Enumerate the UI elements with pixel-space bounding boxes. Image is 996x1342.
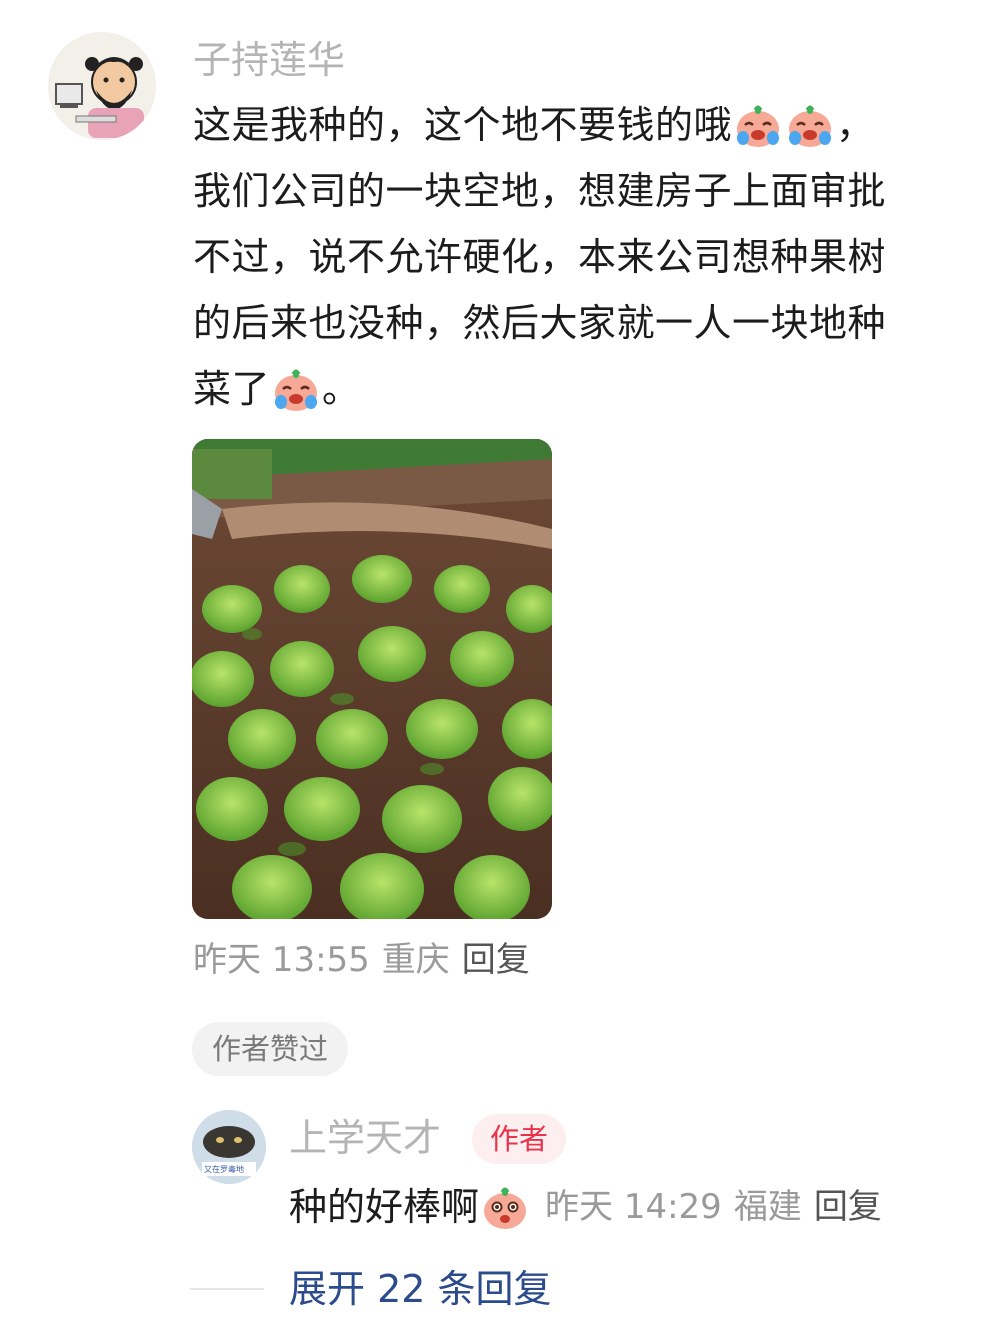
comment-line: 这是我种的，这个地不要钱的哦 ，	[193, 92, 953, 158]
avatar-caption: 又在罗毒地	[204, 1165, 244, 1174]
reply-location: 福建	[733, 1187, 802, 1227]
comment-location: 重庆	[381, 940, 450, 980]
wow-emoji-icon	[480, 1182, 530, 1232]
author-badge: 作者	[472, 1114, 567, 1164]
comment-line-text: 菜了	[193, 367, 271, 411]
comment-line-text: 不过，说不允许硬化，本来公司想种果树	[193, 235, 887, 279]
comment-meta: 昨天 13:55 重庆 回复	[193, 938, 542, 982]
reply-content: 种的好棒啊 昨天 14:29 福建 回复	[289, 1178, 894, 1236]
comment-line: 不过，说不允许硬化，本来公司想种果树	[193, 224, 953, 290]
comment-text: 这是我种的，这个地不要钱的哦 ， 我们公司的一块空地，想建房子上面审批 不过，说不允许…	[193, 92, 953, 422]
comment-line-text: 的后来也没种，然后大家就一人一块地种	[193, 301, 887, 345]
commenter-username[interactable]: 子持莲华	[193, 36, 345, 84]
comment-line-text: 我们公司的一块空地，想建房子上面审批	[193, 169, 887, 213]
expand-replies-link[interactable]: 展开 22 条回复	[289, 1265, 552, 1313]
author-liked-chip: 作者赞过	[192, 1022, 349, 1076]
reply-text: 种的好棒啊	[289, 1185, 480, 1229]
replier-username[interactable]: 上学天才	[289, 1114, 441, 1162]
commenter-avatar[interactable]	[48, 32, 156, 140]
comment-line-text: 这是我种的，这个地不要钱的哦	[193, 103, 733, 147]
crying-laugh-emoji-icon	[271, 364, 321, 414]
comment-line: 菜了 。	[193, 356, 953, 422]
reply-meta: 昨天 14:29 福建 回复	[545, 1178, 894, 1236]
reply-reply-button[interactable]: 回复	[814, 1187, 882, 1227]
replier-avatar[interactable]: 又在罗毒地	[192, 1110, 266, 1184]
comment-line: 的后来也没种，然后大家就一人一块地种	[193, 290, 953, 356]
reply-time: 昨天 14:29	[545, 1187, 722, 1227]
expand-divider	[190, 1288, 264, 1290]
comment-line: 我们公司的一块空地，想建房子上面审批	[193, 158, 953, 224]
comment-line-text: 。	[322, 367, 361, 411]
comment-photo[interactable]	[192, 439, 552, 919]
comment-time: 昨天 13:55	[193, 940, 370, 980]
reply-button[interactable]: 回复	[462, 940, 530, 980]
comment-line-text: ，	[836, 103, 875, 147]
crying-laugh-emoji-icon	[785, 100, 835, 150]
crying-laugh-emoji-icon	[733, 100, 783, 150]
